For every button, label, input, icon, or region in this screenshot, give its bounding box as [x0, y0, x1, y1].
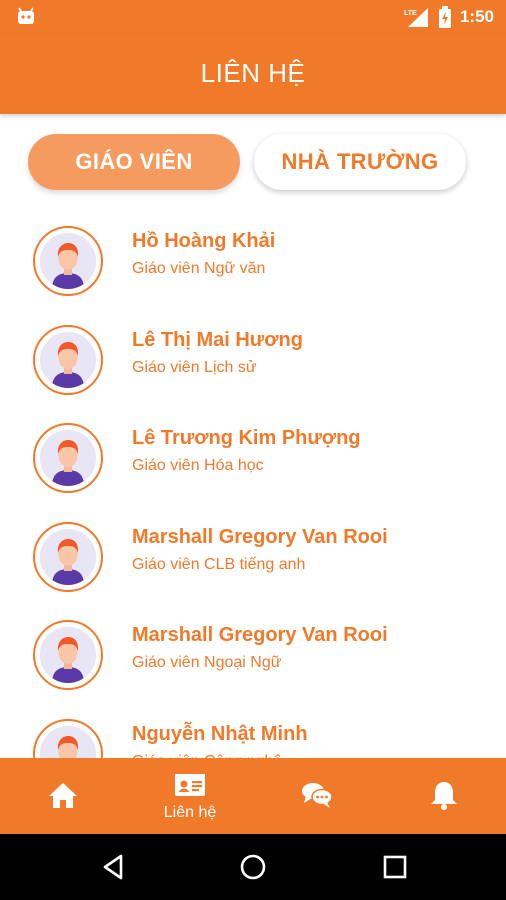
contact-row[interactable]: Lê Trương Kim Phượng Giáo viên Hóa học	[0, 409, 506, 508]
bell-icon	[431, 782, 457, 810]
contact-name: Hồ Hoàng Khải	[132, 230, 276, 252]
network-label: LTE	[404, 10, 417, 17]
contact-name: Marshall Gregory Van Rooi	[132, 525, 388, 548]
back-icon[interactable]	[99, 853, 127, 881]
contact-list[interactable]: Hồ Hoàng Khải Giáo viên Ngữ văn Lê Thị Mai…	[0, 212, 506, 758]
avatar-person-icon	[40, 331, 96, 388]
avatar	[33, 718, 103, 758]
system-navigation-bar	[0, 834, 506, 900]
contact-role: Giáo viên Ngoại Ngữ	[132, 654, 282, 671]
avatar	[33, 620, 103, 690]
avatar	[33, 324, 103, 395]
contact-role: Giáo viên CLB tiếng anh	[132, 555, 306, 573]
nav-contacts-label: Liên hệ	[163, 804, 217, 821]
status-bar: LTE 1:50	[0, 0, 506, 34]
status-time: 1:50	[459, 7, 494, 26]
nav-chat[interactable]	[254, 758, 380, 834]
contact-name: Nguyễn Nhật Minh	[132, 722, 308, 745]
contact-card-icon	[175, 774, 205, 796]
contact-name: Lê Trương Kim Phượng	[132, 427, 361, 449]
contact-role: Giáo viên Hóa học	[132, 457, 264, 474]
nav-contacts[interactable]: Liên hệ	[127, 758, 253, 834]
avatar-person-icon	[40, 528, 96, 585]
android-notification-icon	[18, 7, 34, 24]
bottom-navigation: Liên hệ	[0, 758, 506, 834]
home-icon	[49, 783, 77, 808]
recent-apps-icon[interactable]	[381, 853, 409, 881]
contact-name: Lê Thị Mai Hương	[132, 328, 303, 351]
avatar	[33, 423, 103, 493]
avatar-person-icon	[40, 430, 96, 486]
battery-charging-icon	[438, 6, 451, 28]
contact-row[interactable]: Hồ Hoàng Khải Giáo viên Ngữ văn	[0, 212, 506, 311]
contact-name: Marshall Gregory Van Rooi	[132, 624, 388, 646]
contact-role: Giáo viên Ngữ văn	[132, 260, 266, 277]
avatar-person-icon	[40, 627, 96, 683]
tab-school[interactable]: NHÀ TRƯỜNG	[254, 134, 466, 190]
avatar-person-icon	[40, 725, 96, 758]
page-title: LIÊN HỆ	[200, 58, 306, 88]
tab-teachers[interactable]: GIÁO VIÊN	[28, 134, 240, 190]
avatar	[33, 226, 103, 296]
nav-notifications[interactable]	[381, 758, 506, 834]
home-circle-icon[interactable]	[239, 853, 267, 881]
contact-row[interactable]: Marshall Gregory Van Rooi Giáo viên Ngoại…	[0, 606, 506, 705]
avatar-person-icon	[40, 233, 96, 289]
lte-signal-icon: LTE	[404, 8, 428, 27]
avatar	[33, 521, 103, 592]
nav-home[interactable]	[0, 758, 126, 834]
contact-row[interactable]: Marshall Gregory Van Rooi Giáo viên CLB t…	[0, 508, 506, 607]
contact-row[interactable]: Nguyễn Nhật MinhGiáo viên Công nghệ	[0, 705, 506, 758]
contact-type-segment: GIÁO VIÊN NHÀ TRƯỜNG	[0, 134, 506, 190]
chat-icon	[302, 783, 333, 808]
app-bar: LIÊN HỆ	[0, 34, 506, 114]
contact-row[interactable]: Lê Thị Mai Hương Giáo viên Lịch sử	[0, 311, 506, 410]
contact-role: Giáo viên Lịch sử	[132, 358, 257, 376]
